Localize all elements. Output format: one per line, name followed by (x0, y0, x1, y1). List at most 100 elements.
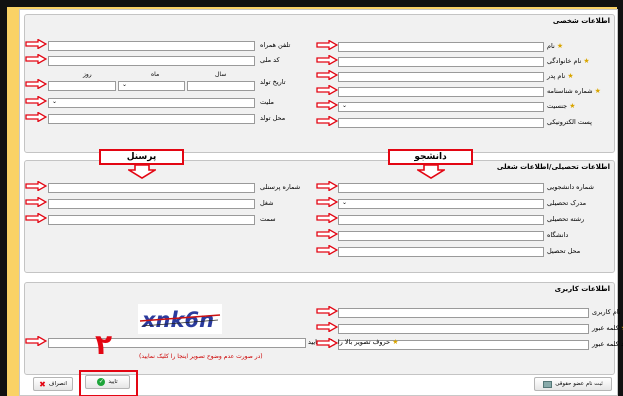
university-input[interactable] (338, 231, 544, 241)
day-label: روز (83, 71, 92, 78)
birthplace-input[interactable] (48, 114, 255, 124)
birthplace-label: محل تولد (260, 114, 286, 122)
chevron-down-icon: ⌄ (122, 81, 128, 88)
username-label: ★ نام کاربری (592, 308, 623, 316)
username-input[interactable] (338, 308, 589, 318)
personnel-number-input[interactable] (48, 183, 255, 193)
required-star-icon: ★ (594, 87, 601, 95)
personnel-callout: پرسنل (99, 149, 184, 165)
major-input[interactable] (338, 215, 544, 225)
keyboard-icon (543, 380, 553, 388)
right-arrow-icon (25, 39, 47, 49)
required-star-icon: ★ (583, 57, 590, 65)
mobile-label: تلفن همراه (260, 41, 291, 49)
student-callout: دانشجو (388, 149, 473, 165)
id-number-label: ★ شماره شناسنامه (547, 87, 601, 95)
confirm-password-label: ★ تایید کلمه عبور (592, 340, 623, 348)
right-arrow-icon (316, 85, 338, 95)
email-label: پست الکترونیکی (547, 118, 592, 126)
mobile-input[interactable] (48, 41, 255, 51)
right-arrow-icon (316, 322, 338, 332)
year-label: سال (215, 71, 227, 78)
chevron-down-icon: ⌄ (342, 199, 348, 206)
down-arrow-icon (417, 165, 445, 179)
birth-year-input[interactable] (187, 81, 255, 91)
nationality-label: ملیت (260, 98, 274, 106)
student-number-input[interactable] (338, 183, 544, 193)
first-name-input[interactable] (338, 42, 544, 52)
nationality-select[interactable]: ⌄ (48, 98, 255, 108)
position-label: سمت (260, 215, 276, 223)
down-arrow-icon (128, 165, 156, 179)
first-name-label: ★ نام (547, 42, 564, 50)
chevron-down-icon: ⌄ (342, 102, 348, 109)
cancel-x-icon: ✖ (39, 379, 46, 389)
right-arrow-icon (316, 100, 338, 110)
password-input[interactable] (338, 324, 589, 334)
captcha-refresh-link[interactable]: (در صورت عدم وضوح تصویر اینجا را کلیک نم… (139, 353, 263, 360)
right-arrow-icon (25, 112, 47, 122)
gender-select[interactable]: ⌄ (338, 102, 544, 112)
right-arrow-icon (316, 70, 338, 80)
right-arrow-icon (316, 40, 338, 50)
required-star-icon: ★ (392, 338, 399, 346)
national-code-label: کد ملی (260, 56, 280, 64)
job-label: شغل (260, 199, 274, 207)
required-star-icon: ★ (569, 102, 576, 110)
degree-select[interactable]: ⌄ (338, 199, 544, 209)
confirm-button[interactable]: ✓ تایید (85, 375, 130, 389)
personnel-number-label: شماره پرسنلی (260, 183, 301, 191)
father-name-label: ★ نام پدر (547, 72, 574, 80)
right-arrow-icon (25, 336, 47, 346)
job-input[interactable] (48, 199, 255, 209)
right-arrow-icon (316, 55, 338, 65)
right-arrow-icon (25, 54, 47, 64)
father-name-input[interactable] (338, 72, 544, 82)
last-name-label: ★ نام خانوادگی (547, 57, 590, 65)
right-arrow-icon (316, 338, 338, 348)
page-background: اطلاعات شخصی ★ نام ★ نام خانوادگی ★ نام … (0, 0, 623, 396)
student-number-label: شماره دانشجویی (547, 183, 594, 191)
birth-month-select[interactable]: ⌄ (118, 81, 185, 91)
required-star-icon: ★ (556, 42, 564, 50)
required-star-icon: ★ (567, 72, 574, 80)
right-arrow-icon (316, 181, 338, 191)
right-arrow-icon (316, 245, 338, 255)
month-label: ماه (151, 71, 160, 78)
right-arrow-icon (25, 213, 47, 223)
last-name-input[interactable] (338, 57, 544, 67)
birth-day-input[interactable] (48, 81, 116, 91)
top-bar (0, 0, 623, 7)
right-arrow-icon (316, 116, 338, 126)
right-arrow-icon (25, 181, 47, 191)
right-arrow-icon (25, 96, 47, 106)
step-number: ۲ (95, 328, 113, 361)
personal-info-title: اطلاعات شخصی (552, 17, 610, 25)
check-icon: ✓ (97, 378, 106, 386)
degree-label: مدرک تحصیلی (547, 199, 587, 207)
education-info-title: اطلاعات تحصیلی/اطلاعات شغلی (496, 163, 610, 171)
password-label: ★ کلمه عبور (592, 324, 623, 332)
major-label: رشته تحصیلی (547, 215, 585, 223)
right-arrow-icon (316, 229, 338, 239)
right-arrow-icon (316, 213, 338, 223)
right-arrow-icon (25, 197, 47, 207)
right-arrow-icon (316, 306, 338, 316)
cancel-button[interactable]: ✖ انصراف (33, 377, 73, 391)
register-legal-member-button[interactable]: ثبت نام عضو حقوقی (534, 377, 612, 391)
captcha-image[interactable]: xnk6n (138, 304, 222, 334)
university-label: دانشگاه (547, 231, 569, 239)
right-arrow-icon (316, 197, 338, 207)
birthdate-label: تاریخ تولد (260, 78, 286, 86)
captcha-input[interactable] (48, 338, 306, 348)
id-number-input[interactable] (338, 87, 544, 97)
position-input[interactable] (48, 215, 255, 225)
national-code-input[interactable] (48, 56, 255, 66)
study-place-input[interactable] (338, 247, 544, 257)
email-input[interactable] (338, 118, 544, 128)
right-arrow-icon (25, 79, 47, 89)
left-bar (0, 0, 7, 396)
gender-label: ★ جنسیت (547, 102, 576, 110)
study-place-label: محل تحصیل (547, 247, 581, 255)
chevron-down-icon: ⌄ (52, 98, 58, 105)
